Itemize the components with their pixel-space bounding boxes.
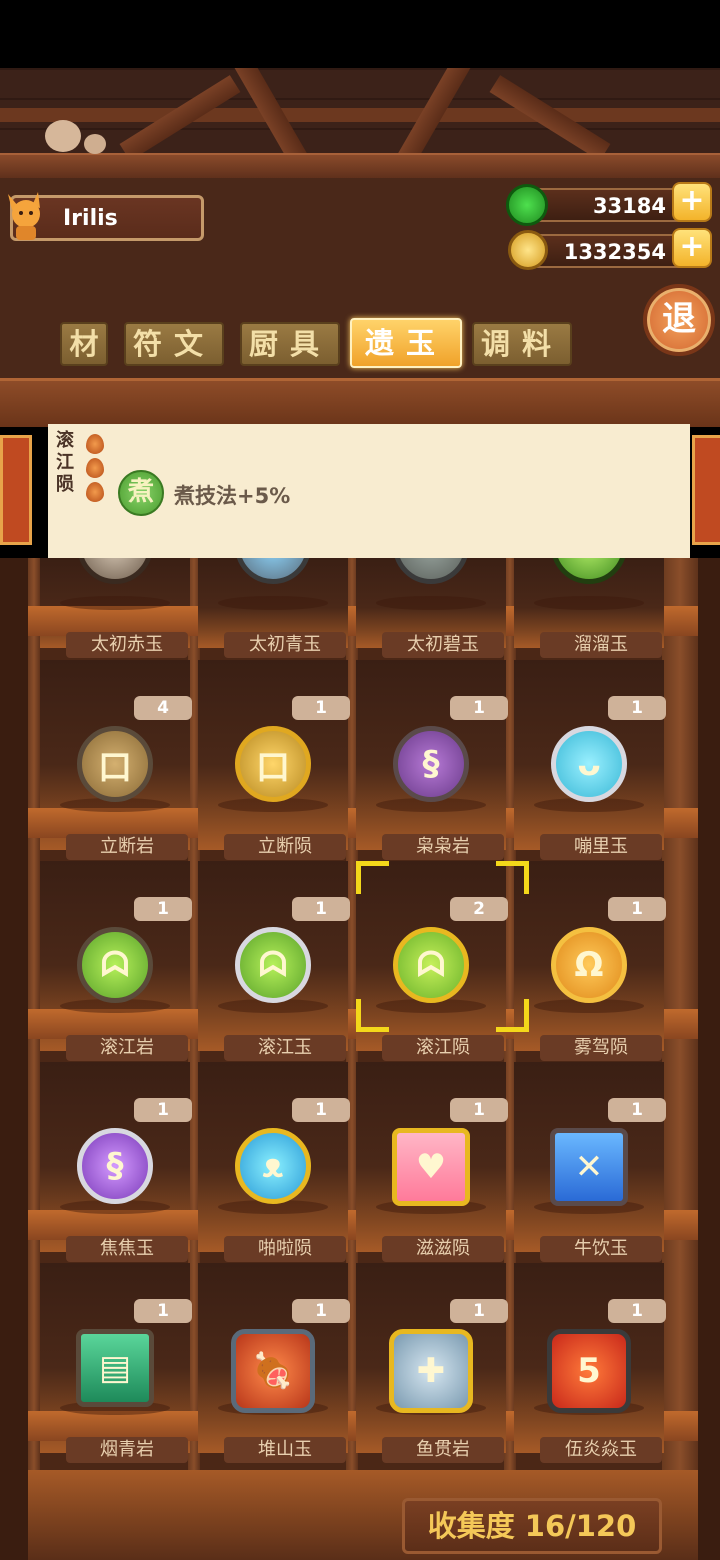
item-name-label: 嘣里玉 bbox=[540, 834, 662, 860]
tab-materials[interactable]: 材 bbox=[60, 322, 108, 366]
flame-icon bbox=[86, 434, 104, 454]
side-decoration bbox=[0, 435, 32, 545]
item-name-label: 啪啦陨 bbox=[224, 1236, 346, 1262]
exit-button[interactable]: 退 bbox=[643, 284, 715, 356]
rolling-river-jade-icon: ᗣ bbox=[235, 927, 311, 1003]
side-decoration bbox=[692, 435, 720, 545]
item-name-label: 滚江玉 bbox=[224, 1035, 346, 1061]
item-name-label: 太初碧玉 bbox=[382, 632, 504, 658]
item-info-panel: 滚江陨 煮 煮技法+5% bbox=[48, 424, 690, 562]
smoke-rock-icon: ▤ bbox=[76, 1329, 154, 1407]
add-jade-button[interactable]: + bbox=[672, 182, 712, 222]
coin-value: 1332354 bbox=[563, 240, 666, 264]
scorch-jade-icon: § bbox=[77, 1128, 153, 1204]
item-name-label: 枭枭岩 bbox=[382, 834, 504, 860]
item-name-label: 立断岩 bbox=[66, 834, 188, 860]
tab-runes[interactable]: 符文 bbox=[124, 322, 224, 366]
item-name-label: 滚江陨 bbox=[382, 1035, 504, 1061]
item-name-label: 堆山玉 bbox=[224, 1437, 346, 1463]
fox-avatar-icon[interactable] bbox=[2, 186, 50, 242]
ox-drink-jade-icon: ✕ bbox=[550, 1128, 628, 1206]
item-count-badge: 4 bbox=[134, 696, 192, 720]
chick-icon bbox=[84, 134, 106, 154]
selection-corner bbox=[356, 861, 389, 894]
item-name-label: 太初青玉 bbox=[224, 632, 346, 658]
item-shadow bbox=[218, 596, 328, 610]
skill-bonus-text: 煮技法+5% bbox=[174, 484, 291, 508]
cabinet-side-right bbox=[698, 558, 720, 1560]
item-count-badge: 1 bbox=[608, 696, 666, 720]
item-count-badge: 1 bbox=[450, 696, 508, 720]
item-name-label: 太初赤玉 bbox=[66, 632, 188, 658]
item-count-badge: 1 bbox=[292, 696, 350, 720]
collection-progress: 收集度 16/120 bbox=[402, 1498, 662, 1554]
mist-meteor-icon: Ω bbox=[551, 927, 627, 1003]
sizzle-meteor-icon: ♥ bbox=[392, 1128, 470, 1206]
item-count-badge: 1 bbox=[292, 897, 350, 921]
roof-decoration bbox=[0, 68, 720, 178]
rolling-river-rock-icon: ᗣ bbox=[77, 927, 153, 1003]
item-shadow bbox=[534, 596, 644, 610]
selected-item-name: 滚江陨 bbox=[56, 430, 74, 495]
item-shadow bbox=[60, 596, 170, 610]
item-count-badge: 1 bbox=[134, 1299, 192, 1323]
cleave-rock-icon: 口 bbox=[77, 726, 153, 802]
rolling-river-meteor-icon: ᗣ bbox=[393, 927, 469, 1003]
item-count-badge: 1 bbox=[134, 897, 192, 921]
copper-coin-icon bbox=[508, 230, 548, 270]
crackle-jade-icon: ᴗ bbox=[551, 726, 627, 802]
shelf-post bbox=[28, 558, 40, 1560]
owl-rock-icon: § bbox=[393, 726, 469, 802]
item-count-badge: 1 bbox=[608, 1299, 666, 1323]
item-name-label: 伍炎焱玉 bbox=[540, 1437, 662, 1463]
shelf-top bbox=[0, 378, 720, 427]
jade-value: 33184 bbox=[592, 194, 666, 218]
selection-corner bbox=[356, 999, 389, 1032]
tab-seasoning[interactable]: 调料 bbox=[472, 322, 572, 366]
mountain-jade-icon: 🍖 bbox=[231, 1329, 315, 1413]
five-flame-jade-icon: 5 bbox=[547, 1329, 631, 1413]
tab-cookware[interactable]: 厨具 bbox=[240, 322, 340, 366]
cabinet-side-left bbox=[0, 558, 28, 1560]
item-count-badge: 1 bbox=[292, 1299, 350, 1323]
item-count-badge: 1 bbox=[608, 1098, 666, 1122]
item-count-badge: 1 bbox=[134, 1098, 192, 1122]
item-name-label: 烟青岩 bbox=[66, 1437, 188, 1463]
item-name-label: 鱼贯岩 bbox=[382, 1437, 504, 1463]
item-name-label: 溜溜玉 bbox=[540, 632, 662, 658]
selection-corner bbox=[496, 861, 529, 894]
chick-icon bbox=[45, 120, 81, 152]
flame-icon bbox=[86, 482, 104, 502]
crackle-meteor-icon: ᴥ bbox=[235, 1128, 311, 1204]
item-name-label: 滋滋陨 bbox=[382, 1236, 504, 1262]
shelf-post bbox=[662, 558, 698, 1560]
item-name-label: 雾驾陨 bbox=[540, 1035, 662, 1061]
roof-beam bbox=[0, 153, 720, 178]
player-name: Irilis bbox=[63, 206, 118, 231]
item-count-badge: 1 bbox=[608, 897, 666, 921]
selection-corner bbox=[496, 999, 529, 1032]
roof-rafter bbox=[0, 108, 720, 122]
item-count-badge: 1 bbox=[292, 1098, 350, 1122]
item-name-label: 立断陨 bbox=[224, 834, 346, 860]
item-name-label: 滚江岩 bbox=[66, 1035, 188, 1061]
item-shadow bbox=[376, 596, 486, 610]
status-bar bbox=[0, 0, 720, 68]
cleave-meteor-icon: 口 bbox=[235, 726, 311, 802]
boil-skill-icon: 煮 bbox=[118, 470, 164, 516]
add-coins-button[interactable]: + bbox=[672, 228, 712, 268]
item-name-label: 牛饮玉 bbox=[540, 1236, 662, 1262]
item-count-badge: 1 bbox=[450, 1098, 508, 1122]
tab-relic-jade[interactable]: 遗玉 bbox=[350, 318, 462, 368]
green-jade-icon bbox=[506, 184, 548, 226]
item-name-label: 焦焦玉 bbox=[66, 1236, 188, 1262]
item-count-badge: 2 bbox=[450, 897, 508, 921]
fish-rock-icon: ✚ bbox=[389, 1329, 473, 1413]
flame-icon bbox=[86, 458, 104, 478]
item-count-badge: 1 bbox=[450, 1299, 508, 1323]
